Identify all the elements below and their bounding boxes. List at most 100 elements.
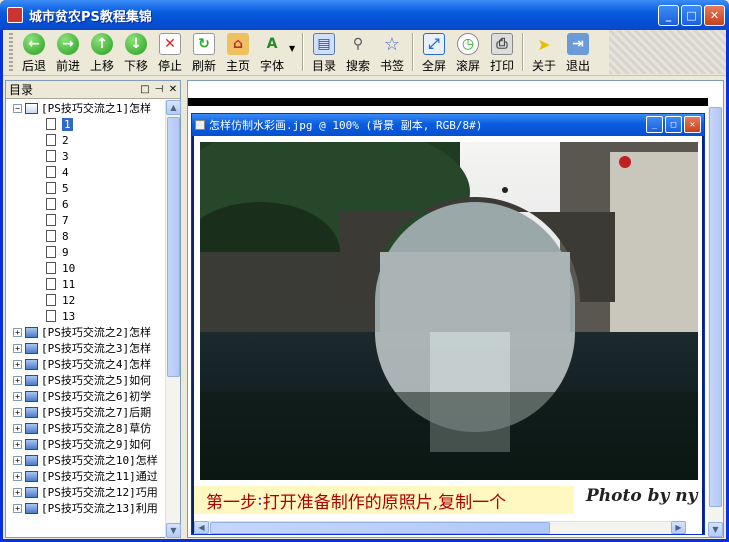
doc-hscroll-thumb[interactable]: [210, 522, 550, 534]
expand-icon[interactable]: +: [13, 423, 22, 433]
pane-menu-icon[interactable]: □: [138, 84, 152, 95]
tree-page-item[interactable]: 3: [6, 148, 166, 164]
tree-page-item[interactable]: 13: [6, 308, 166, 324]
expand-icon[interactable]: +: [13, 391, 22, 401]
down-button[interactable]: ↓ 下移: [119, 30, 153, 74]
photo-signature: Photo by ny: [586, 486, 698, 506]
document-canvas: 第一步: 打开准备制作的原照片,复制一个 Photo by ny ◀ ▶: [194, 136, 702, 534]
app-icon[interactable]: [7, 7, 23, 23]
page-icon: [46, 118, 56, 130]
book-icon: [25, 342, 38, 354]
bookmark-button[interactable]: ☆ 书签: [375, 30, 409, 74]
tree-book-item[interactable]: + [PS技巧交流之9]如何: [6, 436, 166, 452]
open-book-icon: [25, 102, 38, 114]
tree-page-item[interactable]: 9: [6, 244, 166, 260]
tree-book-item[interactable]: + [PS技巧交流之4]怎样: [6, 356, 166, 372]
expand-icon[interactable]: +: [13, 439, 22, 449]
toolbar-grip[interactable]: [9, 33, 13, 71]
page-icon: [46, 262, 56, 274]
book-icon: [25, 438, 38, 450]
viewer-vertical-scrollbar[interactable]: ▼: [708, 107, 723, 537]
doc-close-button[interactable]: ✕: [684, 116, 701, 133]
book-icon: [25, 486, 38, 498]
page-icon: [46, 182, 56, 194]
tree-node-root[interactable]: − [PS技巧交流之1]怎样: [6, 100, 166, 116]
about-button[interactable]: ➤ 关于: [527, 30, 561, 74]
maximize-button[interactable]: □: [681, 5, 702, 26]
pin-icon[interactable]: ⊣: [152, 84, 166, 95]
forward-button[interactable]: → 前进: [51, 30, 85, 74]
expand-icon[interactable]: +: [13, 487, 22, 497]
expand-icon[interactable]: +: [13, 343, 22, 353]
print-button[interactable]: ⎙ 打印: [485, 30, 519, 74]
expand-icon[interactable]: +: [13, 359, 22, 369]
tree-book-item[interactable]: + [PS技巧交流之3]怎样: [6, 340, 166, 356]
tree-book-item[interactable]: + [PS技巧交流之13]利用: [6, 500, 166, 516]
refresh-button[interactable]: ↻ 刷新: [187, 30, 221, 74]
scroll-down-icon[interactable]: ▼: [166, 523, 181, 538]
scroll-thumb[interactable]: [167, 117, 180, 377]
tree-book-item[interactable]: + [PS技巧交流之7]后期: [6, 404, 166, 420]
expand-icon[interactable]: +: [13, 503, 22, 513]
tree-page-item[interactable]: 4: [6, 164, 166, 180]
page-icon: [46, 310, 56, 322]
tree-page-item[interactable]: 7: [6, 212, 166, 228]
book-icon: [25, 406, 38, 418]
tree-book-item[interactable]: + [PS技巧交流之8]草仿: [6, 420, 166, 436]
tree-book-item[interactable]: + [PS技巧交流之11]通过: [6, 468, 166, 484]
tree-book-item[interactable]: + [PS技巧交流之6]初学: [6, 388, 166, 404]
title-bar[interactable]: 城市贫农PS教程集锦 _ □ ✕: [0, 0, 729, 30]
doc-maximize-button[interactable]: □: [665, 116, 682, 133]
viewer-vscroll-thumb[interactable]: [709, 107, 722, 507]
tree-book-item[interactable]: + [PS技巧交流之10]怎样: [6, 452, 166, 468]
back-button[interactable]: ← 后退: [17, 30, 51, 74]
stop-button[interactable]: ✕ 停止: [153, 30, 187, 74]
canal-bridge-photo: [200, 142, 698, 480]
tree-page-item[interactable]: 5: [6, 180, 166, 196]
tree-page-item[interactable]: 11: [6, 276, 166, 292]
up-button[interactable]: ↑ 上移: [85, 30, 119, 74]
tree-page-item[interactable]: 12: [6, 292, 166, 308]
expand-icon[interactable]: +: [13, 327, 22, 337]
exit-button[interactable]: ⇥ 退出: [561, 30, 595, 74]
minimize-button[interactable]: _: [658, 5, 679, 26]
book-icon: [25, 502, 38, 514]
expand-icon[interactable]: +: [13, 407, 22, 417]
tree-page-item[interactable]: 2: [6, 132, 166, 148]
document-title-bar[interactable]: 怎样仿制水彩画.jpg @ 100% (背景 副本, RGB/8#) _ □ ✕: [192, 114, 704, 136]
scroll-left-icon[interactable]: ◀: [194, 521, 209, 534]
up-icon: ↑: [91, 33, 113, 55]
tree-book-item[interactable]: + [PS技巧交流之5]如何: [6, 372, 166, 388]
tree-book-item[interactable]: + [PS技巧交流之12]巧用: [6, 484, 166, 500]
close-button[interactable]: ✕: [704, 5, 725, 26]
page-icon: [46, 198, 56, 210]
scroll-button[interactable]: ◷ 滚屏: [451, 30, 485, 74]
collapse-icon[interactable]: −: [13, 103, 22, 113]
page-icon: [46, 294, 56, 306]
tree-book-item[interactable]: + [PS技巧交流之2]怎样: [6, 324, 166, 340]
expand-icon[interactable]: +: [13, 375, 22, 385]
book-icon: [25, 470, 38, 482]
doc-horizontal-scrollbar[interactable]: ◀ ▶: [194, 521, 686, 534]
contents-button[interactable]: ▤ 目录: [307, 30, 341, 74]
scroll-right-icon[interactable]: ▶: [671, 521, 686, 534]
page-icon: [46, 230, 56, 242]
tree-page-item[interactable]: 6: [6, 196, 166, 212]
app-window: 城市贫农PS教程集锦 _ □ ✕ ← 后退 → 前进 ↑ 上移 ↓ 下移 ✕ 停止 ↻ 刷新…: [0, 0, 729, 542]
contents-scrollbar[interactable]: ▲ ▼: [165, 100, 181, 538]
tree-page-item[interactable]: 10: [6, 260, 166, 276]
tree-page-item[interactable]: 8: [6, 228, 166, 244]
pane-close-icon[interactable]: ✕: [166, 84, 180, 95]
expand-icon[interactable]: +: [13, 471, 22, 481]
font-dropdown-arrow[interactable]: ▼: [289, 30, 299, 53]
viewer-scroll-down-icon[interactable]: ▼: [708, 522, 723, 537]
home-button[interactable]: ⌂ 主页: [221, 30, 255, 74]
tree-page-item[interactable]: 1: [6, 116, 166, 132]
font-button[interactable]: A 字体: [255, 30, 289, 74]
forward-icon: →: [57, 33, 79, 55]
search-button[interactable]: ⚲ 搜索: [341, 30, 375, 74]
fullscreen-button[interactable]: ⤢ 全屏: [417, 30, 451, 74]
expand-icon[interactable]: +: [13, 455, 22, 465]
scroll-up-icon[interactable]: ▲: [166, 100, 181, 115]
doc-minimize-button[interactable]: _: [646, 116, 663, 133]
